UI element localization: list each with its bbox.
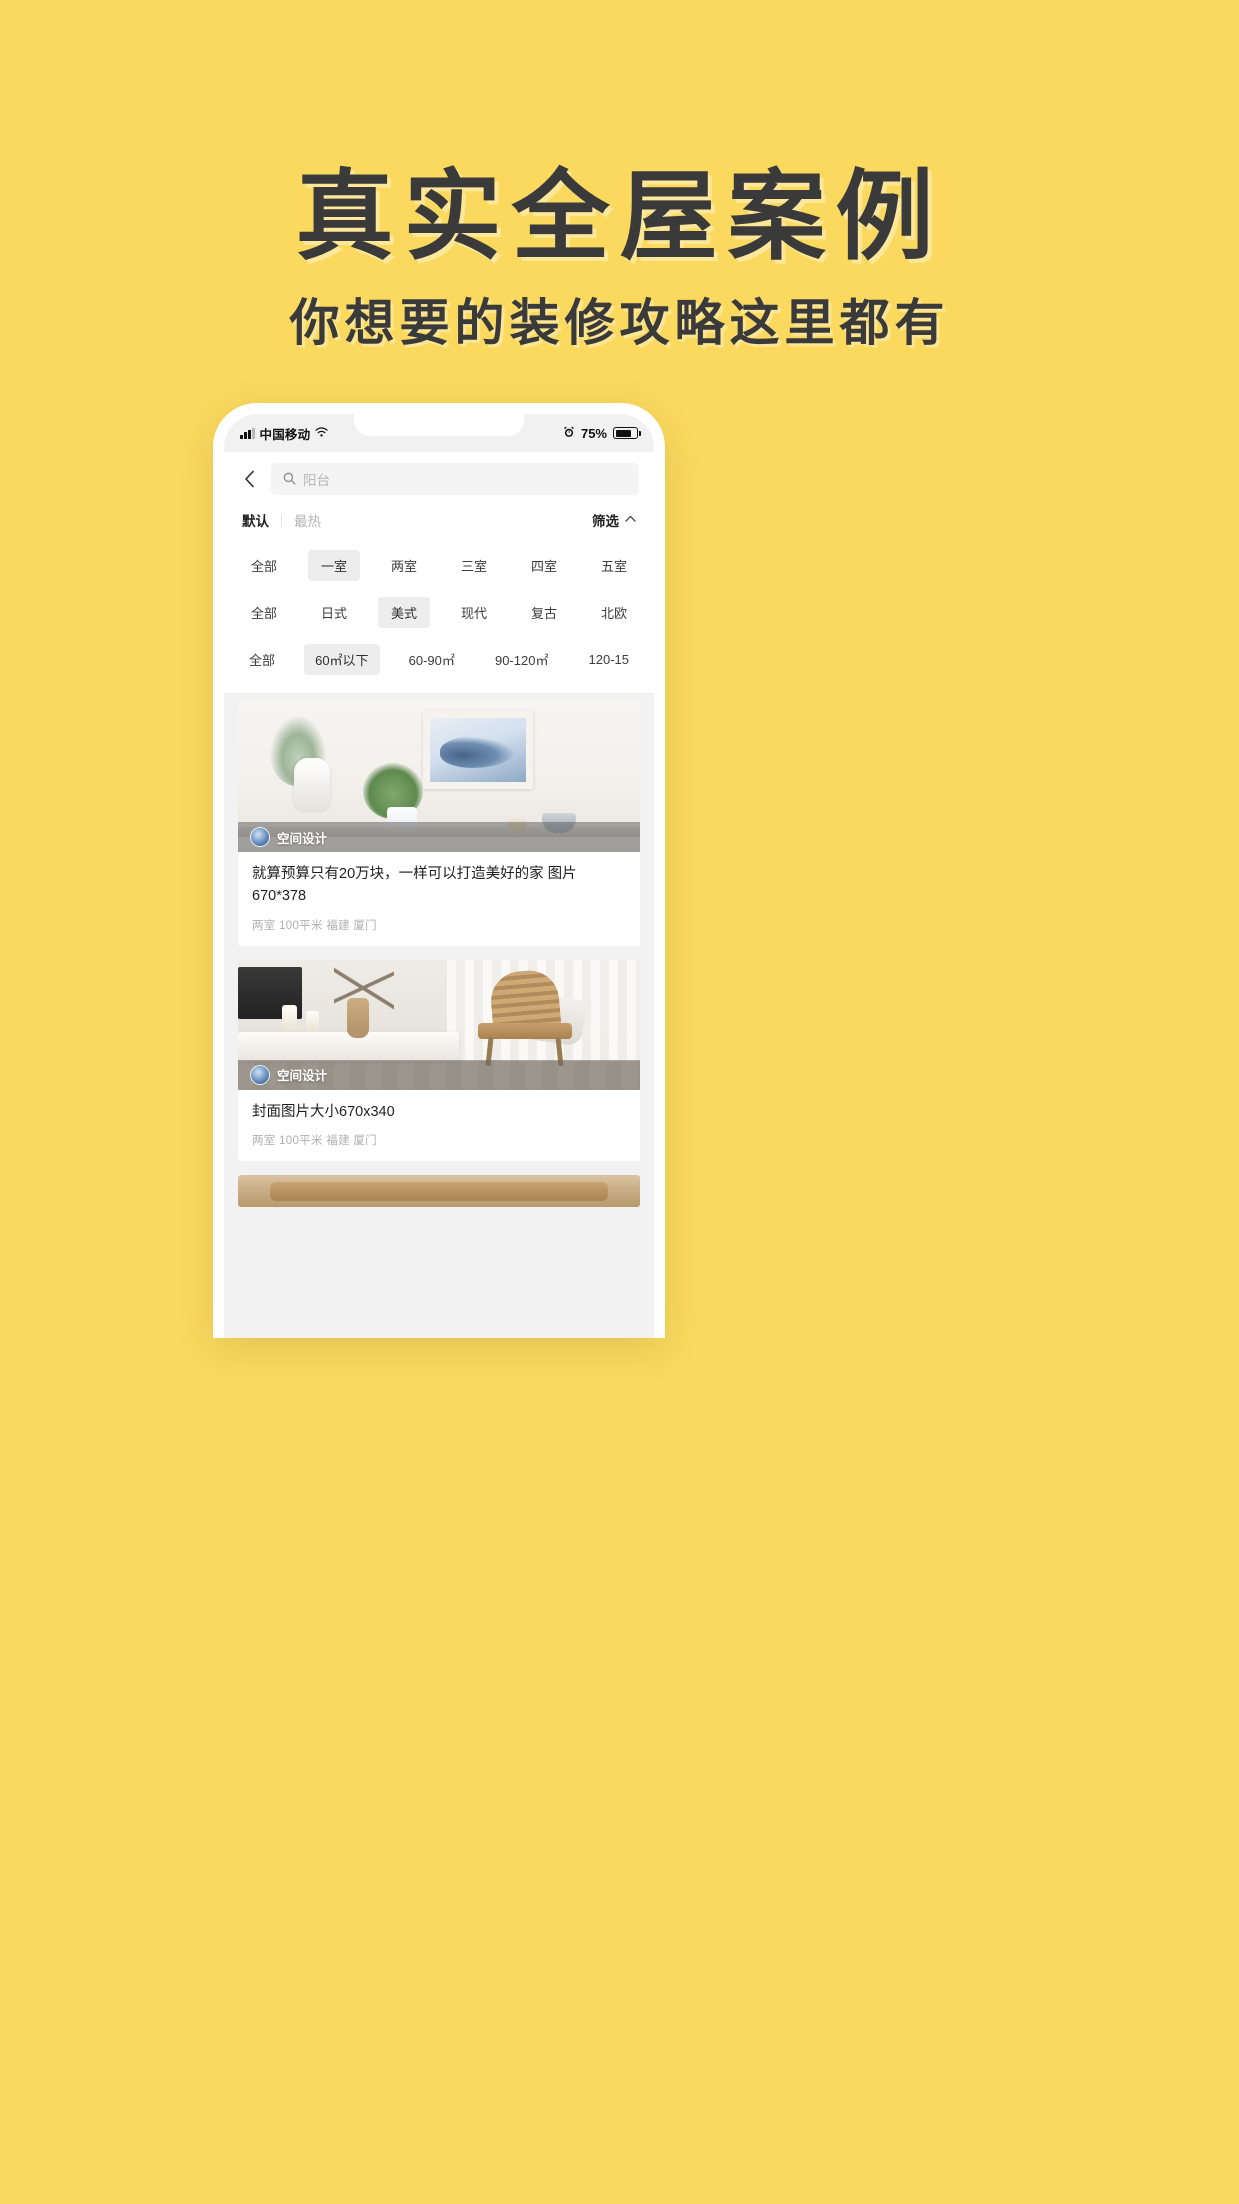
case-card[interactable]: 空间设计 就算预算只有20万块，一样可以打造美好的家 图片670*378 两室 … (238, 702, 640, 946)
case-meta: 两室 100平米 福建 厦门 (252, 919, 377, 932)
filter-chip-120-150[interactable]: 120-15 (578, 646, 640, 673)
designer-badge-label: 空间设计 (277, 1069, 328, 1083)
search-bar-row: 阳台 (224, 452, 654, 505)
avatar (250, 1064, 270, 1085)
promo-headline-block: 真实全屋案例 你想要的装修攻略这里都有 (0, 0, 1239, 351)
wifi-icon (315, 427, 328, 439)
case-meta: 两室 100平米 福建 厦门 (252, 1135, 377, 1148)
chevron-left-icon[interactable] (239, 469, 259, 489)
sort-row: 默认 最热 筛选 (224, 505, 654, 542)
filter-toggle-label: 筛选 (592, 514, 619, 529)
case-feed: 空间设计 就算预算只有20万块，一样可以打造美好的家 图片670*378 两室 … (224, 694, 654, 1338)
filter-chip-nordic[interactable]: 北欧 (588, 597, 640, 628)
filter-chip-one-room[interactable]: 一室 (308, 550, 361, 581)
designer-badge: 空间设计 (238, 822, 640, 852)
chevron-up-icon (625, 515, 636, 525)
status-bar: 中国移动 75% (224, 414, 654, 452)
sort-divider (281, 513, 282, 527)
search-input[interactable]: 阳台 (271, 463, 639, 495)
phone-mockup: 中国移动 75% 阳台 默认 最热 筛选 全部 一室 两室 三室 四室 五室 全… (213, 403, 665, 1338)
case-card[interactable] (238, 1175, 640, 1208)
filter-chip-three-rooms[interactable]: 三室 (448, 550, 500, 581)
filter-chip-90-120[interactable]: 90-120㎡ (484, 644, 559, 675)
filter-row-style: 全部 日式 美式 现代 复古 北欧 (224, 589, 654, 636)
filter-panel: 全部 一室 两室 三室 四室 五室 全部 日式 美式 现代 复古 北欧 全部 6… (224, 542, 654, 694)
case-title: 封面图片大小670x340 (252, 1103, 395, 1120)
filter-row-area: 全部 60㎡以下 60-90㎡ 90-120㎡ 120-15 (224, 636, 654, 683)
promo-subheadline: 你想要的装修攻略这里都有 (289, 294, 950, 352)
filter-chip-all-rooms[interactable]: 全部 (238, 550, 290, 581)
filter-chip-all-areas[interactable]: 全部 (238, 644, 286, 675)
promo-page: 真实全屋案例 你想要的装修攻略这里都有 中国移动 75% 阳台 默认 最热 筛选… (0, 0, 1239, 2204)
designer-badge-label: 空间设计 (277, 831, 328, 846)
filter-toggle-button[interactable]: 筛选 (592, 510, 636, 530)
case-cover-image: 空间设计 (238, 959, 640, 1090)
phone-notch (354, 414, 524, 436)
battery-icon (613, 427, 641, 439)
carrier-label: 中国移动 (259, 427, 311, 442)
avatar (250, 827, 270, 847)
filter-chip-japanese[interactable]: 日式 (308, 597, 360, 628)
battery-percent-label: 75% (580, 425, 607, 441)
filter-chip-modern[interactable]: 现代 (448, 597, 500, 628)
promo-headline: 真实全屋案例 (295, 160, 944, 274)
filter-chip-vintage[interactable]: 复古 (518, 597, 570, 628)
signal-bars-icon (240, 427, 255, 439)
alarm-clock-icon (563, 426, 575, 441)
case-card-body: 封面图片大小670x340 两室 100平米 福建 厦门 (238, 1090, 640, 1162)
case-cover-image: 空间设计 (238, 702, 640, 852)
case-cover-image (238, 1175, 640, 1208)
filter-chip-four-rooms[interactable]: 四室 (518, 550, 570, 581)
case-card[interactable]: 空间设计 封面图片大小670x340 两室 100平米 福建 厦门 (238, 959, 640, 1162)
designer-badge: 空间设计 (238, 1059, 640, 1090)
status-bar-right: 75% (563, 425, 641, 441)
filter-chip-under-60[interactable]: 60㎡以下 (304, 644, 380, 675)
phone-screen: 中国移动 75% 阳台 默认 最热 筛选 全部 一室 两室 三室 四室 五室 全… (224, 414, 654, 1338)
search-icon (283, 472, 296, 487)
status-bar-left: 中国移动 (240, 424, 328, 443)
cover-illustration (238, 1175, 640, 1208)
filter-chip-five-rooms[interactable]: 五室 (588, 550, 640, 581)
filter-row-room-count: 全部 一室 两室 三室 四室 五室 (224, 542, 654, 589)
filter-chip-60-90[interactable]: 60-90㎡ (398, 644, 466, 675)
search-placeholder-text: 阳台 (303, 473, 330, 488)
sort-option-default[interactable]: 默认 (242, 510, 269, 530)
filter-chip-american[interactable]: 美式 (378, 597, 431, 628)
filter-chip-all-styles[interactable]: 全部 (238, 597, 290, 628)
case-card-body: 就算预算只有20万块，一样可以打造美好的家 图片670*378 两室 100平米… (238, 852, 640, 946)
sort-option-hottest[interactable]: 最热 (294, 510, 321, 530)
filter-chip-two-rooms[interactable]: 两室 (378, 550, 430, 581)
sort-options: 默认 最热 (242, 510, 321, 530)
case-title: 就算预算只有20万块，一样可以打造美好的家 图片670*378 (252, 866, 577, 904)
